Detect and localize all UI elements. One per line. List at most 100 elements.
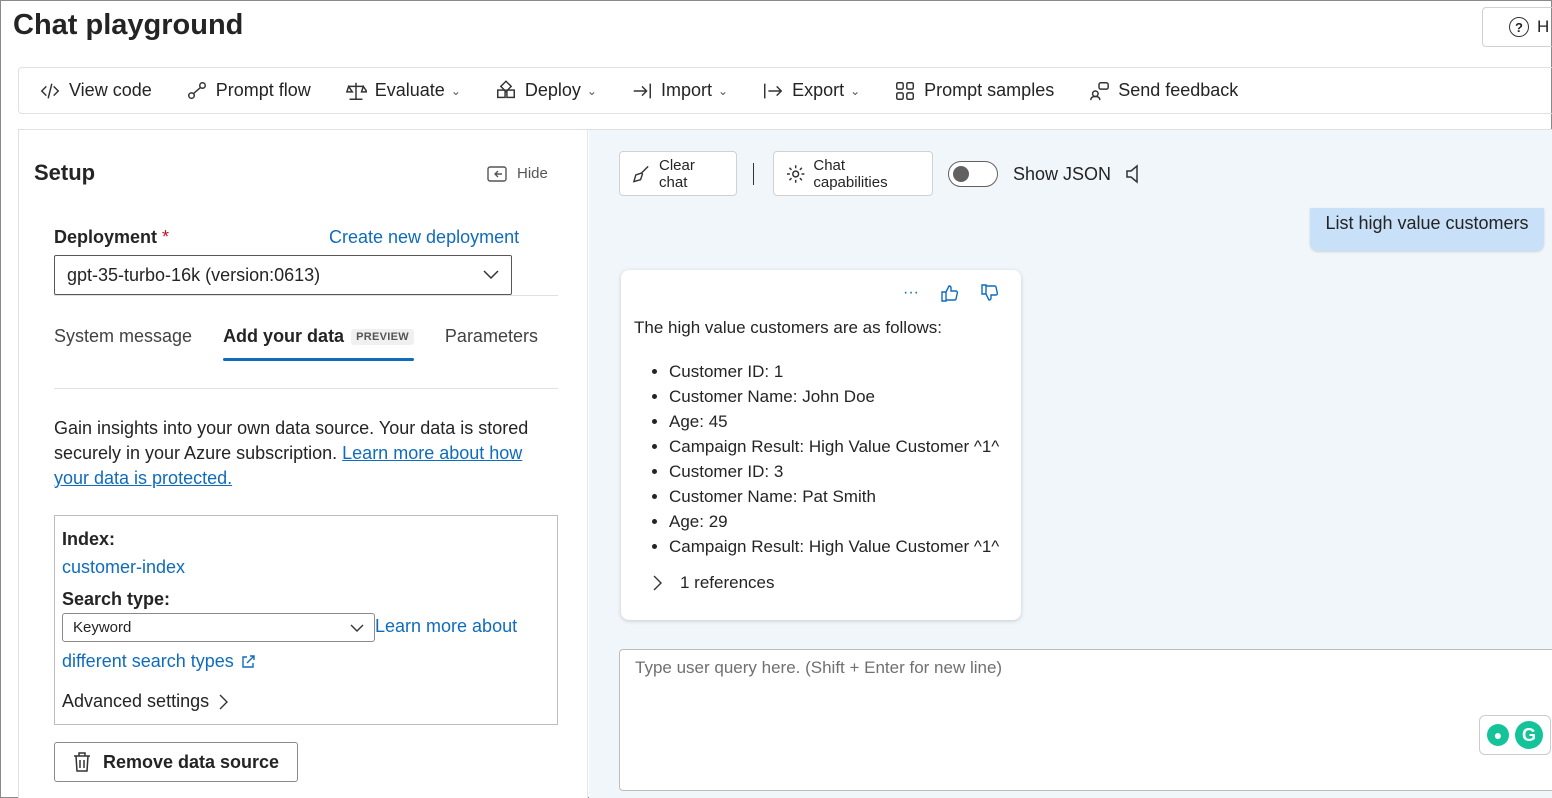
command-toolbar: View code Prompt flow Evaluate ⌄ Deploy …: [18, 67, 1552, 114]
references-label: 1 references: [680, 573, 775, 592]
reply-intro: The high value customers are as follows:: [634, 318, 943, 337]
deployment-value: gpt-35-turbo-16k (version:0613): [67, 264, 321, 285]
import-icon: [633, 83, 651, 98]
export-icon: [764, 83, 783, 98]
feedback-icon: [1090, 81, 1110, 100]
search-types-link[interactable]: different search types: [62, 651, 256, 672]
help-button[interactable]: ? H: [1482, 7, 1552, 47]
lightbulb-icon: ●: [1487, 724, 1509, 746]
learn-search-link[interactable]: Learn more about: [375, 616, 517, 637]
setup-panel: Setup Hide Deployment * Create new deplo…: [19, 130, 588, 798]
search-type-select[interactable]: Keyword: [62, 613, 375, 642]
grammarly-widget[interactable]: ● G: [1479, 715, 1551, 755]
deploy-label: Deploy: [524, 80, 581, 100]
chevron-down-icon: ⌄: [586, 83, 597, 98]
user-message: List high value customers: [1310, 208, 1544, 251]
list-item: Campaign Result: High Value Customer ^1^: [669, 434, 999, 459]
chevron-right-icon: [653, 575, 662, 591]
tab-parameters[interactable]: Parameters: [445, 326, 538, 361]
list-item: Customer Name: John Doe: [669, 384, 999, 409]
clear-chat-label: Clear chat: [659, 156, 695, 191]
list-item: Customer Name: Pat Smith: [669, 484, 999, 509]
deploy-icon: [496, 79, 515, 98]
send-feedback-label: Send feedback: [1118, 80, 1239, 100]
list-item: Age: 29: [669, 509, 999, 534]
export-label: Export: [792, 80, 845, 100]
tab-system-message[interactable]: System message: [54, 326, 192, 361]
send-feedback-button[interactable]: Send feedback: [1088, 80, 1238, 102]
tab-label: Add your data: [223, 326, 345, 346]
chevron-right-icon: [219, 694, 229, 709]
prompt-flow-button[interactable]: Prompt flow: [186, 80, 311, 102]
scale-icon: [345, 82, 367, 100]
divider: [54, 388, 558, 389]
grid-icon: [896, 81, 915, 100]
view-code-button[interactable]: View code: [39, 80, 152, 102]
chat-input-box[interactable]: ● G: [619, 649, 1552, 791]
import-label: Import: [660, 80, 712, 100]
list-item: Customer ID: 1: [669, 359, 999, 384]
toolbar-divider: [753, 163, 754, 185]
help-label: H: [1537, 17, 1550, 36]
setup-title: Setup: [34, 160, 96, 185]
flow-icon: [187, 81, 206, 99]
capabilities-label: Chat capabilities: [813, 156, 888, 191]
more-actions-button[interactable]: ···: [903, 284, 919, 302]
show-json-label: Show JSON: [1013, 164, 1112, 184]
reply-list: Customer ID: 1 Customer Name: John Doe A…: [669, 359, 999, 559]
export-button[interactable]: Export ⌄: [762, 80, 860, 102]
toggle-knob: [953, 166, 969, 182]
trash-icon: [73, 752, 90, 772]
show-json-toggle[interactable]: [948, 161, 998, 187]
code-icon: [40, 82, 60, 99]
prompt-samples-button[interactable]: Prompt samples: [894, 80, 1054, 102]
reply-actions: ···: [903, 284, 999, 302]
references-toggle[interactable]: 1 references: [653, 573, 775, 593]
view-code-label: View code: [69, 80, 152, 100]
required-mark: *: [162, 227, 170, 247]
prompt-samples-label: Prompt samples: [924, 80, 1055, 100]
list-item: Campaign Result: High Value Customer ^1^: [669, 534, 999, 559]
speaker-icon[interactable]: [1125, 164, 1141, 184]
chat-panel: Clear chat Chat capabilities Show JSON L…: [589, 130, 1552, 798]
preview-badge: PREVIEW: [351, 328, 414, 345]
chevron-down-icon: ⌄: [450, 83, 461, 98]
chat-capabilities-button[interactable]: Chat capabilities: [773, 151, 933, 196]
advanced-settings-toggle[interactable]: Advanced settings: [62, 691, 229, 712]
index-label: Index:: [62, 529, 116, 549]
deployment-select[interactable]: gpt-35-turbo-16k (version:0613): [54, 255, 512, 295]
grammarly-icon: G: [1515, 721, 1543, 749]
page-title: Chat playground: [13, 9, 244, 41]
chat-input[interactable]: [635, 658, 1515, 678]
search-type-value: Keyword: [73, 619, 132, 636]
remove-label: Remove data source: [102, 751, 280, 772]
data-source-box: Index: customer-index Search type: Keywo…: [54, 515, 558, 725]
chevron-down-icon: [483, 270, 499, 280]
remove-data-source-button[interactable]: Remove data source: [54, 742, 298, 782]
chevron-down-icon: ⌄: [718, 83, 729, 98]
search-type-label: Search type:: [62, 589, 171, 609]
broom-icon: [632, 165, 649, 183]
thumbs-up-icon[interactable]: [941, 284, 959, 302]
hide-panel-icon: [487, 165, 507, 182]
advanced-settings-label: Advanced settings: [62, 691, 210, 711]
external-link-icon: [242, 654, 255, 668]
deploy-button[interactable]: Deploy ⌄: [495, 79, 597, 102]
import-button[interactable]: Import ⌄: [631, 80, 728, 102]
gear-icon: [786, 164, 805, 183]
thumbs-down-icon[interactable]: [981, 284, 999, 302]
evaluate-button[interactable]: Evaluate ⌄: [345, 80, 461, 102]
hide-button[interactable]: Hide: [487, 165, 548, 182]
clear-chat-button[interactable]: Clear chat: [619, 151, 737, 196]
divider: [54, 295, 558, 296]
create-deployment-link[interactable]: Create new deployment: [329, 227, 519, 248]
index-link[interactable]: customer-index: [62, 557, 185, 578]
tab-add-your-data[interactable]: Add your data PREVIEW: [223, 326, 414, 361]
help-icon: ?: [1509, 17, 1529, 37]
assistant-reply-card: ··· The high value customers are as foll…: [621, 270, 1021, 620]
list-item: Age: 45: [669, 409, 999, 434]
hide-label: Hide: [517, 165, 548, 182]
list-item: Customer ID: 3: [669, 459, 999, 484]
evaluate-label: Evaluate: [374, 80, 445, 100]
chevron-down-icon: [350, 624, 364, 632]
